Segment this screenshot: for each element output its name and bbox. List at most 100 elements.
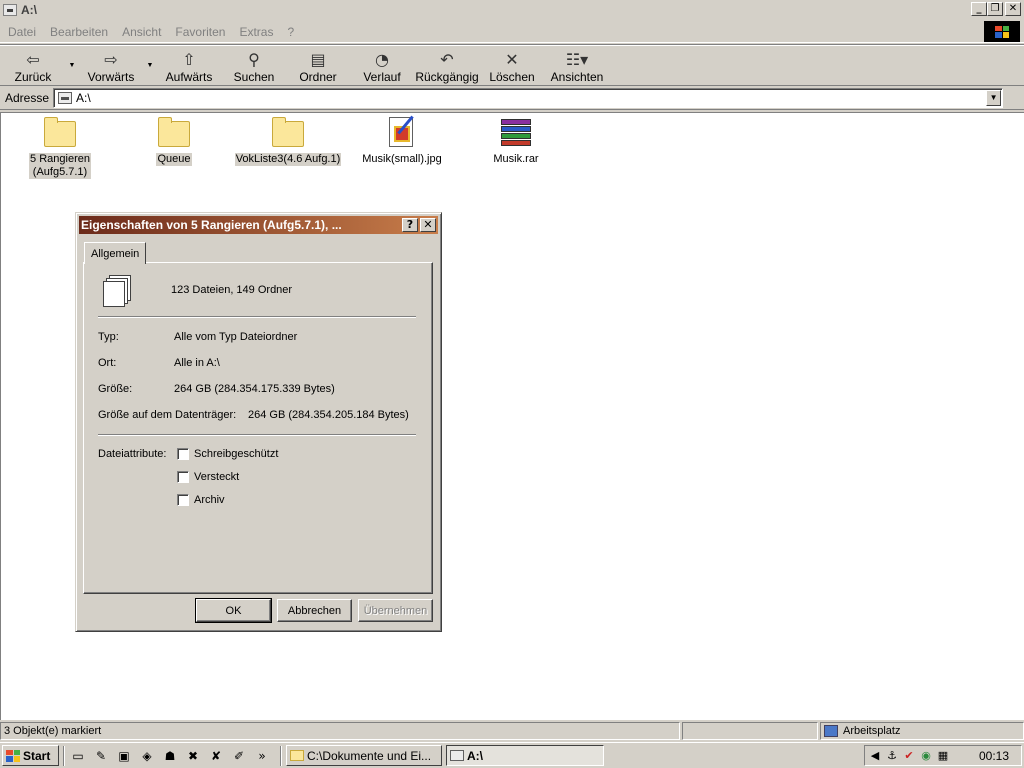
flag-icon[interactable]: ✖	[184, 747, 202, 765]
file-label: 5 Rangieren (Aufg5.7.1)	[29, 153, 91, 179]
hidden-label: Versteckt	[194, 471, 240, 483]
system-tray: ◀ ⚓ ✔ ◉ ▦ 00:13	[864, 745, 1022, 766]
views-icon: ☷▾	[565, 49, 589, 69]
restore-button[interactable]: ❐	[987, 2, 1003, 16]
address-input[interactable]: A:\ ▼	[53, 87, 1004, 108]
desktop-icon[interactable]: ▭	[69, 747, 87, 765]
undo-label: Rückgängig	[415, 70, 479, 84]
menu-extras[interactable]: Extras	[233, 25, 279, 39]
terminal-icon[interactable]: ▣	[115, 747, 133, 765]
history-label: Verlauf	[363, 70, 401, 84]
menu-ansicht[interactable]: Ansicht	[116, 25, 167, 39]
file-item-folder[interactable]: Queue	[119, 117, 229, 166]
display-icon[interactable]: ▦	[936, 749, 950, 763]
start-label: Start	[23, 748, 51, 763]
up-label: Aufwärts	[165, 70, 213, 84]
archive-checkbox[interactable]: Archiv	[177, 494, 225, 506]
file-item-folder[interactable]: 5 Rangieren (Aufg5.7.1)	[5, 117, 115, 179]
file-label: Queue	[156, 153, 192, 166]
views-button[interactable]: ☷▾ Ansichten	[544, 45, 610, 85]
undo-icon: ↶	[440, 49, 454, 69]
address-dropdown-icon[interactable]: ▼	[986, 89, 1002, 106]
cancel-button[interactable]: Abbrechen	[277, 599, 352, 622]
readonly-label: Schreibgeschützt	[194, 448, 279, 460]
hidden-checkbox[interactable]: Versteckt	[177, 471, 239, 483]
dialog-close-button[interactable]: ✕	[420, 218, 436, 232]
divider	[63, 745, 65, 766]
more-icon[interactable]: »	[253, 747, 271, 765]
window-titlebar[interactable]: A:\ _ ❐ ✕	[0, 0, 1024, 19]
search-label: Suchen	[233, 70, 275, 84]
antivirus-icon[interactable]: ✔	[902, 749, 916, 763]
forward-label: Vorwärts	[87, 70, 135, 84]
folders-label: Ordner	[299, 70, 337, 84]
location-label: Ort:	[98, 357, 117, 369]
globe-icon[interactable]: ◉	[919, 749, 933, 763]
size-label: Größe:	[98, 383, 133, 395]
checkbox-box[interactable]	[177, 471, 189, 483]
apply-button[interactable]: Übernehmen	[358, 599, 433, 622]
history-icon: ◔	[375, 49, 389, 69]
network-icon[interactable]: ☗	[161, 747, 179, 765]
file-label: VokListe3(4.6 Aufg.1)	[234, 153, 342, 166]
folders-icon: ▤	[310, 49, 326, 69]
readonly-checkbox[interactable]: Schreibgeschützt	[177, 448, 278, 460]
chat-icon[interactable]: ✘	[207, 747, 225, 765]
file-label: Musik(small).jpg	[362, 153, 442, 165]
task-button-a-drive[interactable]: A:\	[446, 745, 604, 766]
dialog-titlebar[interactable]: Eigenschaften von 5 Rangieren (Aufg5.7.1…	[79, 216, 438, 234]
forward-button[interactable]: ⇨ Vorwärts	[78, 45, 144, 85]
divider	[98, 434, 416, 436]
file-label: Musik.rar	[493, 153, 539, 165]
tool-icon[interactable]: ⚓	[885, 749, 899, 763]
history-button[interactable]: ◔ Verlauf	[350, 45, 414, 85]
undo-button[interactable]: ↶ Rückgängig	[414, 45, 480, 85]
folder-icon	[43, 117, 77, 149]
task-button-dokumente[interactable]: C:\Dokumente und Ei...	[286, 745, 442, 766]
forward-dropdown-icon[interactable]: ▼	[144, 45, 156, 85]
summary-text: 123 Dateien, 149 Ordner	[171, 284, 293, 296]
back-dropdown-icon[interactable]: ▼	[66, 45, 78, 85]
location-value: Alle in A:\	[174, 357, 220, 369]
file-item-jpg[interactable]: Musik(small).jpg	[347, 117, 457, 166]
address-bar: Adresse A:\ ▼	[0, 86, 1024, 110]
volume-icon[interactable]: ◀	[868, 749, 882, 763]
box-icon[interactable]: ◈	[138, 747, 156, 765]
menu-datei[interactable]: Datei	[2, 25, 42, 39]
search-button[interactable]: ⚲ Suchen	[222, 45, 286, 85]
views-label: Ansichten	[550, 70, 604, 84]
taskbar: Start ▭ ✎ ▣ ◈ ☗ ✖ ✘ ✐ » C:\Dokumente und…	[0, 742, 1024, 768]
drive-icon	[3, 3, 17, 16]
clock[interactable]: 00:13	[979, 749, 1009, 763]
windows-logo-icon	[984, 21, 1020, 42]
back-button[interactable]: ⇦ Zurück	[0, 45, 66, 85]
menu-bearbeiten[interactable]: Bearbeiten	[44, 25, 114, 39]
notepad-icon[interactable]: ✎	[92, 747, 110, 765]
close-button[interactable]: ✕	[1005, 2, 1021, 16]
help-button[interactable]: ?	[402, 218, 418, 232]
forward-arrow-icon: ⇨	[104, 49, 118, 69]
minimize-button[interactable]: _	[971, 2, 987, 16]
attributes-label: Dateiattribute:	[98, 448, 167, 460]
checkbox-box[interactable]	[177, 448, 189, 460]
my-computer-icon	[824, 725, 838, 737]
menu-favoriten[interactable]: Favoriten	[169, 25, 231, 39]
folders-button[interactable]: ▤ Ordner	[286, 45, 350, 85]
menu-help[interactable]: ?	[281, 25, 300, 39]
drive-icon	[450, 750, 464, 761]
up-button[interactable]: ⇧ Aufwärts	[156, 45, 222, 85]
delete-button[interactable]: ✕ Löschen	[480, 45, 544, 85]
file-list-area[interactable]: 5 Rangieren (Aufg5.7.1) Queue VokListe3(…	[0, 112, 1024, 720]
tab-allgemein[interactable]: Allgemein	[84, 242, 147, 264]
start-button[interactable]: Start	[2, 745, 59, 766]
disk-size-label: Größe auf dem Datenträger:	[98, 409, 237, 421]
checkbox-box[interactable]	[177, 494, 189, 506]
dialog-title: Eigenschaften von 5 Rangieren (Aufg5.7.1…	[81, 218, 342, 232]
size-value: 264 GB (284.354.175.339 Bytes)	[174, 383, 335, 395]
status-bar: 3 Objekt(e) markiert Arbeitsplatz	[0, 721, 1024, 741]
folder-icon	[157, 117, 191, 149]
pencil-icon[interactable]: ✐	[230, 747, 248, 765]
file-item-rar[interactable]: Musik.rar	[461, 117, 571, 166]
file-item-folder[interactable]: VokListe3(4.6 Aufg.1)	[233, 117, 343, 166]
ok-button[interactable]: OK	[195, 598, 272, 623]
